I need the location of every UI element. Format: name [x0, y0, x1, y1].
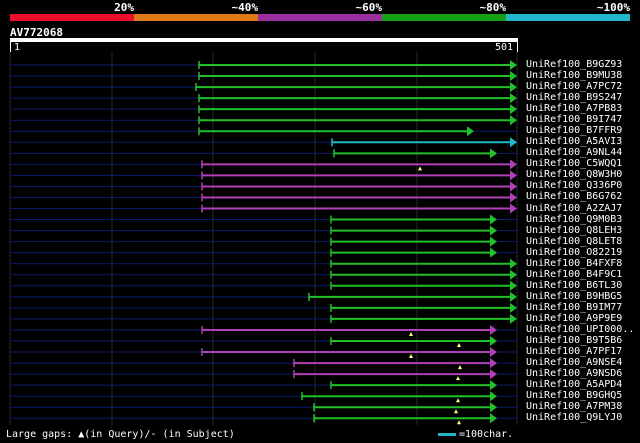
hit-arrow: [490, 236, 497, 247]
gap-marker: [409, 331, 413, 336]
hit-arrow: [510, 280, 517, 291]
scale-swatch: [438, 432, 456, 436]
hit-arrow: [490, 324, 497, 335]
hit-label[interactable]: UniRef100_UPI000..: [526, 324, 634, 335]
hit-arrow: [510, 313, 517, 324]
hit-arrow: [490, 369, 497, 380]
hit-label[interactable]: UniRef100_B9I747: [526, 114, 622, 125]
hit-arrow: [510, 192, 517, 203]
hit-label[interactable]: UniRef100_A7PB83: [526, 103, 622, 114]
hit-label[interactable]: UniRef100_A5APD4: [526, 379, 622, 390]
gap-marker: [409, 354, 413, 359]
hit-arrow: [510, 60, 517, 70]
hit-label[interactable]: UniRef100_A9P9E9: [526, 313, 622, 324]
hit-label[interactable]: UniRef100_Q8LEH3: [526, 225, 622, 236]
hit-arrow: [510, 137, 517, 148]
gap-marker: [418, 166, 422, 171]
hit-arrow: [510, 269, 517, 280]
hit-label[interactable]: UniRef100_B9MU38: [526, 70, 622, 81]
hit-arrow: [510, 291, 517, 302]
hit-label[interactable]: UniRef100_Q9LYJ0: [526, 412, 622, 423]
hit-label[interactable]: UniRef100_A9NSE4: [526, 357, 622, 368]
scale-legend-text: =100char.: [459, 429, 514, 440]
hit-label[interactable]: UniRef100_B9T5B6: [526, 335, 622, 346]
hit-arrow: [510, 115, 517, 126]
hit-arrow: [490, 391, 497, 402]
hit-arrow: [510, 203, 517, 214]
gaps-legend: Large gaps: ▲(in Query)/- (in Subject): [6, 429, 235, 440]
gap-marker: [456, 376, 460, 381]
hit-arrow: [510, 71, 517, 82]
hit-arrow: [510, 302, 517, 313]
hit-label[interactable]: UniRef100_B9HBG5: [526, 291, 622, 302]
hit-arrow: [490, 214, 497, 225]
hit-arrow: [490, 380, 497, 391]
hit-label[interactable]: UniRef100_Q9M0B3: [526, 214, 622, 225]
hit-arrow: [510, 181, 517, 192]
hit-arrow: [490, 358, 497, 369]
hit-label[interactable]: UniRef100_A7PM38: [526, 401, 622, 412]
hit-arrow: [490, 225, 497, 236]
gap-marker: [457, 420, 461, 425]
hit-label[interactable]: UniRef100_A5AVI3: [526, 136, 622, 147]
hit-label[interactable]: UniRef100_B6G762: [526, 191, 622, 202]
hit-label[interactable]: UniRef100_Q8LET8: [526, 236, 622, 247]
gap-marker: [457, 343, 461, 347]
hit-arrow: [510, 93, 517, 104]
hit-arrow: [510, 104, 517, 115]
hit-arrow: [490, 148, 497, 159]
hit-label[interactable]: UniRef100_B9IM77: [526, 302, 622, 313]
hit-label[interactable]: UniRef100_B6TL30: [526, 280, 622, 291]
hit-arrow: [490, 247, 497, 258]
hit-label[interactable]: UniRef100_A7PF17: [526, 346, 622, 357]
hit-arrow: [510, 170, 517, 181]
hit-label[interactable]: UniRef100_B7FFR9: [526, 125, 622, 136]
gap-marker: [454, 409, 458, 414]
hit-label[interactable]: UniRef100_B4FXF8: [526, 258, 622, 269]
hit-label[interactable]: UniRef100_A2ZAJ7: [526, 203, 622, 214]
hit-label[interactable]: UniRef100_Q8W3H0: [526, 169, 622, 180]
hit-arrow: [490, 347, 497, 358]
hit-arrow: [510, 159, 517, 170]
gap-marker: [458, 365, 462, 370]
hit-label[interactable]: UniRef100_A7PC72: [526, 81, 622, 92]
hit-arrow: [467, 126, 474, 137]
hit-label[interactable]: UniRef100_A9NSD6: [526, 368, 622, 379]
hit-arrow: [490, 413, 497, 424]
hit-label[interactable]: UniRef100_B9GHQ5: [526, 390, 622, 401]
hit-arrow: [510, 258, 517, 269]
hit-arrow: [510, 82, 517, 93]
gap-marker: [456, 398, 460, 403]
hit-label[interactable]: UniRef100_A9NL44: [526, 147, 622, 158]
hit-arrow: [490, 336, 497, 346]
hit-label[interactable]: UniRef100_B4F9C1: [526, 269, 622, 280]
hit-label[interactable]: UniRef100_O82219: [526, 247, 622, 258]
scale-legend: =100char.: [438, 429, 513, 440]
hit-label[interactable]: UniRef100_B9GZ93: [526, 59, 622, 70]
hit-label[interactable]: UniRef100_C5WQQ1: [526, 158, 622, 169]
hit-label[interactable]: UniRef100_B9S247: [526, 92, 622, 103]
hit-label[interactable]: UniRef100_Q336P0: [526, 180, 622, 191]
hit-arrow: [490, 402, 497, 413]
